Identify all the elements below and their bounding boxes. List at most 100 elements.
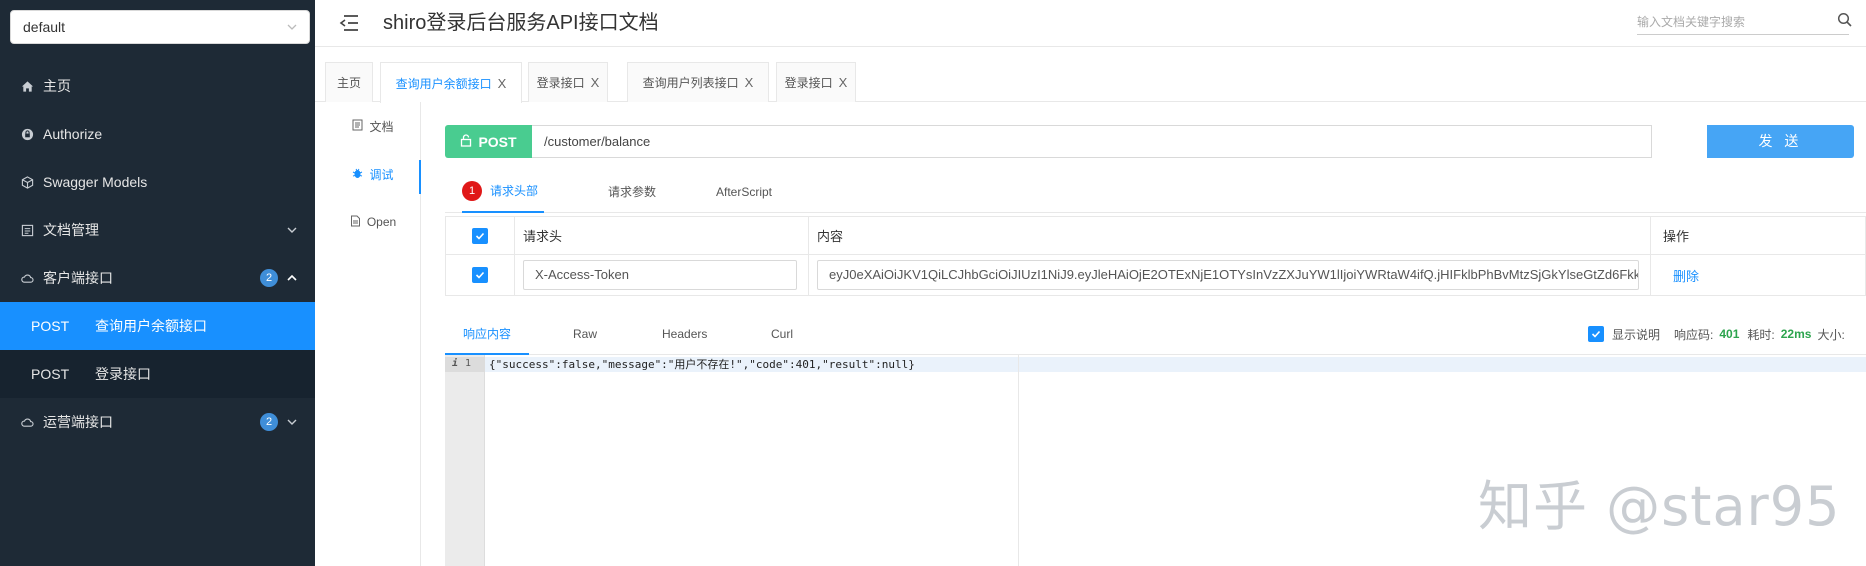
send-button[interactable]: 发 送 xyxy=(1707,125,1854,158)
watermark: 知乎 @star95 xyxy=(1478,475,1841,538)
top-header: shiro登录后台服务API接口文档 xyxy=(315,0,1866,47)
tab-response-headers[interactable]: Headers xyxy=(662,313,707,355)
count-badge: 2 xyxy=(260,269,278,287)
line-number: 1 xyxy=(465,358,472,369)
tab-home[interactable]: 主页 xyxy=(325,62,373,102)
method-badge[interactable]: POST xyxy=(445,125,532,158)
tab-after-script[interactable]: AfterScript xyxy=(716,170,772,213)
sidebar-item-authorize[interactable]: Authorize xyxy=(0,110,315,158)
bug-icon xyxy=(352,167,363,182)
close-icon[interactable]: X xyxy=(591,75,600,90)
doc-mode-nav: 文档 调试 Open xyxy=(326,102,421,566)
tab-response-raw[interactable]: Raw xyxy=(573,313,597,355)
count-badge: 2 xyxy=(260,413,278,431)
tab-query-user-list[interactable]: 查询用户列表接口 X xyxy=(627,62,769,102)
tab-label: 查询用户余额接口 xyxy=(395,76,492,91)
ptab-label: 请求参数 xyxy=(608,185,657,199)
docnav-debug[interactable]: 调试 xyxy=(326,150,421,198)
unlock-icon xyxy=(460,133,472,150)
sidebar-item-label: 主页 xyxy=(43,78,71,94)
sidebar-item-label: Authorize xyxy=(43,126,103,142)
chevron-down-icon xyxy=(287,414,297,430)
home-icon xyxy=(20,79,34,93)
docnav-open[interactable]: Open xyxy=(326,198,420,246)
print-margin xyxy=(1018,355,1019,566)
col-header-action: 操作 xyxy=(1663,229,1690,244)
sidebar-item-doc-management[interactable]: 文档管理 xyxy=(0,206,315,254)
show-desc-label: 显示说明 xyxy=(1612,327,1661,342)
method-label: POST xyxy=(31,318,70,334)
info-icon: i xyxy=(452,358,459,369)
col-header-value: 内容 xyxy=(809,217,1651,254)
document-icon xyxy=(352,119,363,134)
sidebar-item-label: 运营端接口 xyxy=(43,414,113,430)
gutter-line: i 1 xyxy=(445,357,485,372)
tab-query-balance[interactable]: 查询用户余额接口 X xyxy=(380,62,522,103)
expand-toggle xyxy=(287,206,297,254)
page-title: shiro登录后台服务API接口文档 xyxy=(383,12,659,34)
ptab-label: 请求头部 xyxy=(490,184,539,198)
sidebar-item-client-api[interactable]: 客户端接口 2 xyxy=(0,254,315,302)
time-label: 耗时: xyxy=(1747,327,1775,342)
row-checkbox[interactable] xyxy=(472,267,488,283)
header-name-input[interactable]: X-Access-Token xyxy=(523,260,797,290)
close-icon[interactable]: X xyxy=(839,75,848,90)
tab-response-curl[interactable]: Curl xyxy=(771,313,793,355)
row-select-cell xyxy=(446,255,515,295)
close-icon[interactable]: X xyxy=(498,76,507,91)
code-line: {"success":false,"message":"用户不存在!","cod… xyxy=(485,357,1866,372)
tab-request-params[interactable]: 请求参数 xyxy=(608,170,656,213)
action-cell: 删除 xyxy=(1651,255,1866,295)
show-desc-checkbox[interactable] xyxy=(1588,326,1604,342)
editor-gutter: i 1 xyxy=(445,355,485,566)
sidebar-nav: 主页 Authorize Swagger Models 文档管理 客户端接口 2 xyxy=(0,62,315,446)
tab-login[interactable]: 登录接口 X xyxy=(528,62,608,102)
sidebar-item-label: 客户端接口 xyxy=(43,270,113,286)
select-all-checkbox[interactable] xyxy=(472,227,488,244)
sidebar-item-ops-api[interactable]: 运营端接口 2 xyxy=(0,398,315,446)
sidebar: default 主页 Authorize Swagger Models 文档管理… xyxy=(0,0,315,566)
doc-search xyxy=(1637,11,1849,35)
tab-label: 登录接口 xyxy=(536,76,585,90)
status-value: 401 xyxy=(1719,327,1740,341)
header-value-cell: eyJ0eXAiOiJKV1QiLCJhbGciOiJIUzI1NiJ9.eyJ… xyxy=(809,255,1651,295)
docnav-doc[interactable]: 文档 xyxy=(326,102,420,150)
sidebar-item-home[interactable]: 主页 xyxy=(0,62,315,110)
request-bar: POST /customer/balance 发 送 xyxy=(445,125,1854,158)
method-text: POST xyxy=(478,133,517,150)
cloud-icon xyxy=(20,271,34,285)
folder-icon xyxy=(20,223,34,237)
close-icon[interactable]: X xyxy=(745,75,754,90)
chevron-down-icon xyxy=(287,11,297,56)
sidebar-item-swagger-models[interactable]: Swagger Models xyxy=(0,158,315,206)
tab-response-content[interactable]: 响应内容 xyxy=(445,313,529,355)
ptab-label: AfterScript xyxy=(716,184,773,199)
request-param-tabs: 1 请求头部 请求参数 AfterScript xyxy=(445,170,1866,213)
docnav-label: 文档 xyxy=(369,119,394,134)
sidebar-subitem-query-balance[interactable]: POST 查询用户余额接口 xyxy=(0,302,315,350)
header-value-input[interactable]: eyJ0eXAiOiJKV1QiLCJhbGciOiJIUzI1NiJ9.eyJ… xyxy=(817,260,1639,290)
tab-label: 查询用户列表接口 xyxy=(642,76,739,90)
tab-login-2[interactable]: 登录接口 X xyxy=(776,62,856,102)
cube-icon xyxy=(20,175,34,189)
expand-toggle: 2 xyxy=(260,254,297,302)
table-header-row: 请求头 内容 操作 xyxy=(446,217,1866,255)
url-input[interactable]: /customer/balance xyxy=(532,125,1652,158)
tab-request-headers[interactable]: 1 请求头部 xyxy=(462,170,545,213)
tab-label: 登录接口 xyxy=(784,76,833,90)
status-label: 响应码: xyxy=(1674,327,1714,342)
group-select[interactable]: default xyxy=(10,10,310,44)
search-icon[interactable] xyxy=(1837,12,1853,28)
chevron-down-icon xyxy=(287,222,297,238)
sidebar-subitem-login[interactable]: POST 登录接口 xyxy=(0,350,315,398)
lock-icon xyxy=(20,127,34,141)
tab-bar: 主页 查询用户余额接口 X 登录接口 X 查询用户列表接口 X 登录接口 X xyxy=(315,47,1866,103)
group-select-value: default xyxy=(23,19,66,35)
header-name-cell: X-Access-Token xyxy=(515,255,809,295)
sidebar-item-label: 文档管理 xyxy=(43,222,99,238)
menu-toggle-icon[interactable] xyxy=(339,14,359,32)
docnav-label: 调试 xyxy=(369,167,394,182)
headers-table: 请求头 内容 操作 X-Access-Token eyJ0eXAiOiJKV1Q… xyxy=(445,216,1866,296)
search-input[interactable] xyxy=(1637,11,1817,33)
delete-link[interactable]: 删除 xyxy=(1673,266,1699,285)
